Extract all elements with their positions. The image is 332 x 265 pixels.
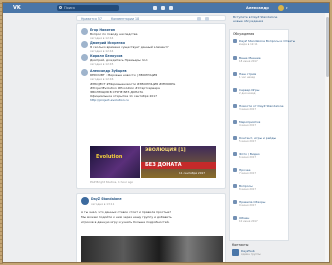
- search-icon: [59, 6, 62, 9]
- avatar[interactable]: [81, 54, 88, 61]
- discussion-date: 10 июня 2017: [239, 220, 258, 223]
- discussion-date: 1 час назад: [239, 76, 255, 79]
- banner-left: Evolution: [90, 146, 140, 178]
- evolution-banner[interactable]: Evolution ЭВОЛЮЦИЯ [1] БЕЗ ДОНАТА 11 сен…: [90, 146, 216, 178]
- discussion-date: 4 июня 2017: [239, 124, 257, 127]
- vk-logo[interactable]: VK: [13, 5, 22, 11]
- discussion-icon: [233, 152, 237, 156]
- discussions-title[interactable]: Обсуждения: [233, 32, 254, 36]
- discussion-date: 7 июня 2017: [239, 172, 257, 175]
- discussion-icon: [233, 72, 237, 76]
- comment-date[interactable]: сегодня в 12:46: [90, 77, 113, 81]
- post-text-line: игроков в данную игру и узнать больше по…: [81, 220, 170, 224]
- banner-date: 11 сентября 2017: [179, 171, 206, 175]
- discussion-date: вчера в 12:11: [239, 43, 258, 46]
- browser-window: VK Поиск Александр ▾ Нравится 57 Коммент…: [2, 2, 330, 263]
- post-actions-bar: Нравится 57 Комментарии 18: [76, 15, 226, 21]
- scrollbar[interactable]: [325, 13, 329, 262]
- avatar[interactable]: [81, 69, 88, 76]
- post-card: DayZ Standalone сегодня в 13:11 А ты зна…: [76, 193, 226, 262]
- avatar[interactable]: [81, 28, 88, 35]
- search-placeholder: Поиск: [64, 6, 76, 10]
- avatar[interactable]: [81, 197, 89, 205]
- group-invite-line: новые обсуждения: [233, 19, 264, 23]
- views-icon: [205, 17, 209, 21]
- discussion-icon: [233, 39, 237, 43]
- bell-icon[interactable]: [153, 6, 157, 10]
- group-invite[interactable]: Вступите в DayZ Standalone новые обсужде…: [233, 15, 293, 23]
- discussion-icon: [233, 104, 237, 108]
- banner-caption: PGP Bright Studios, 1 hour ago: [90, 180, 134, 184]
- comments-count[interactable]: Комментарии 18: [111, 17, 139, 21]
- search-input[interactable]: Поиск: [57, 5, 119, 11]
- music-icon[interactable]: [161, 6, 165, 10]
- post-image[interactable]: [81, 236, 223, 262]
- comment-date[interactable]: сегодня в 12:44: [90, 36, 113, 40]
- contacts-title[interactable]: Контакты: [232, 243, 248, 247]
- comment-date[interactable]: сегодня в 12:45: [90, 62, 113, 66]
- discussion-icon: [233, 136, 237, 140]
- avatar[interactable]: [81, 41, 88, 48]
- comment-date[interactable]: сегодня в 12:44: [90, 49, 113, 53]
- discussion-date: 6 июня 2017: [239, 156, 257, 159]
- share-icon[interactable]: [197, 17, 201, 21]
- contact-role: Админ группы: [241, 253, 261, 256]
- banner-logo: Evolution: [96, 154, 123, 160]
- banner-headline: ЭВОЛЮЦИЯ [1]: [145, 148, 186, 153]
- discussion-date: 18 июня 2017: [239, 60, 258, 63]
- discussion-date: 2 дня назад: [239, 92, 256, 95]
- news-feed: Нравится 57 Комментарии 18 Егор Никитин …: [76, 15, 226, 262]
- discussion-icon: [233, 184, 237, 188]
- avatar[interactable]: [232, 249, 239, 256]
- post-text-line: А ты знал, что данных ставок стоит и пра…: [81, 210, 171, 214]
- banner-tagline: БЕЗ ДОНАТА: [145, 162, 182, 168]
- discussion-icon: [233, 88, 237, 92]
- discussion-icon: [233, 216, 237, 220]
- discussion-icon: [233, 200, 237, 204]
- post-date[interactable]: сегодня в 13:11: [91, 202, 114, 206]
- right-sidebar: Вступите в DayZ Standalone новые обсужде…: [229, 3, 329, 262]
- discussion-icon: [233, 168, 237, 172]
- likes-count[interactable]: Нравится 57: [81, 17, 102, 21]
- scroll-thumb[interactable]: [326, 17, 329, 77]
- discussion-icon: [233, 120, 237, 124]
- comments-list: Егор Никитин Вопрос по поводу наследства…: [76, 23, 226, 189]
- discussions-panel: Обсуждения DayZ Standalone Вопросы и Отв…: [229, 29, 295, 241]
- discussion-icon: [233, 56, 237, 60]
- post-author[interactable]: DayZ Standalone: [91, 197, 122, 201]
- discussion-date: 5 июня 2017: [239, 140, 257, 143]
- play-icon[interactable]: [169, 6, 173, 10]
- discussion-date: 3 июня 2017: [239, 108, 257, 111]
- post-text-line: Мы можем подойти к ним через нашу группу…: [81, 215, 172, 219]
- discussion-date: 8 июня 2017: [239, 188, 257, 191]
- banner-right: ЭВОЛЮЦИЯ [1] БЕЗ ДОНАТА 11 сентября 2017: [141, 146, 216, 178]
- comment-link[interactable]: http://project-evolution.ru: [90, 98, 129, 102]
- discussion-date: 9 июня 2017: [239, 204, 257, 207]
